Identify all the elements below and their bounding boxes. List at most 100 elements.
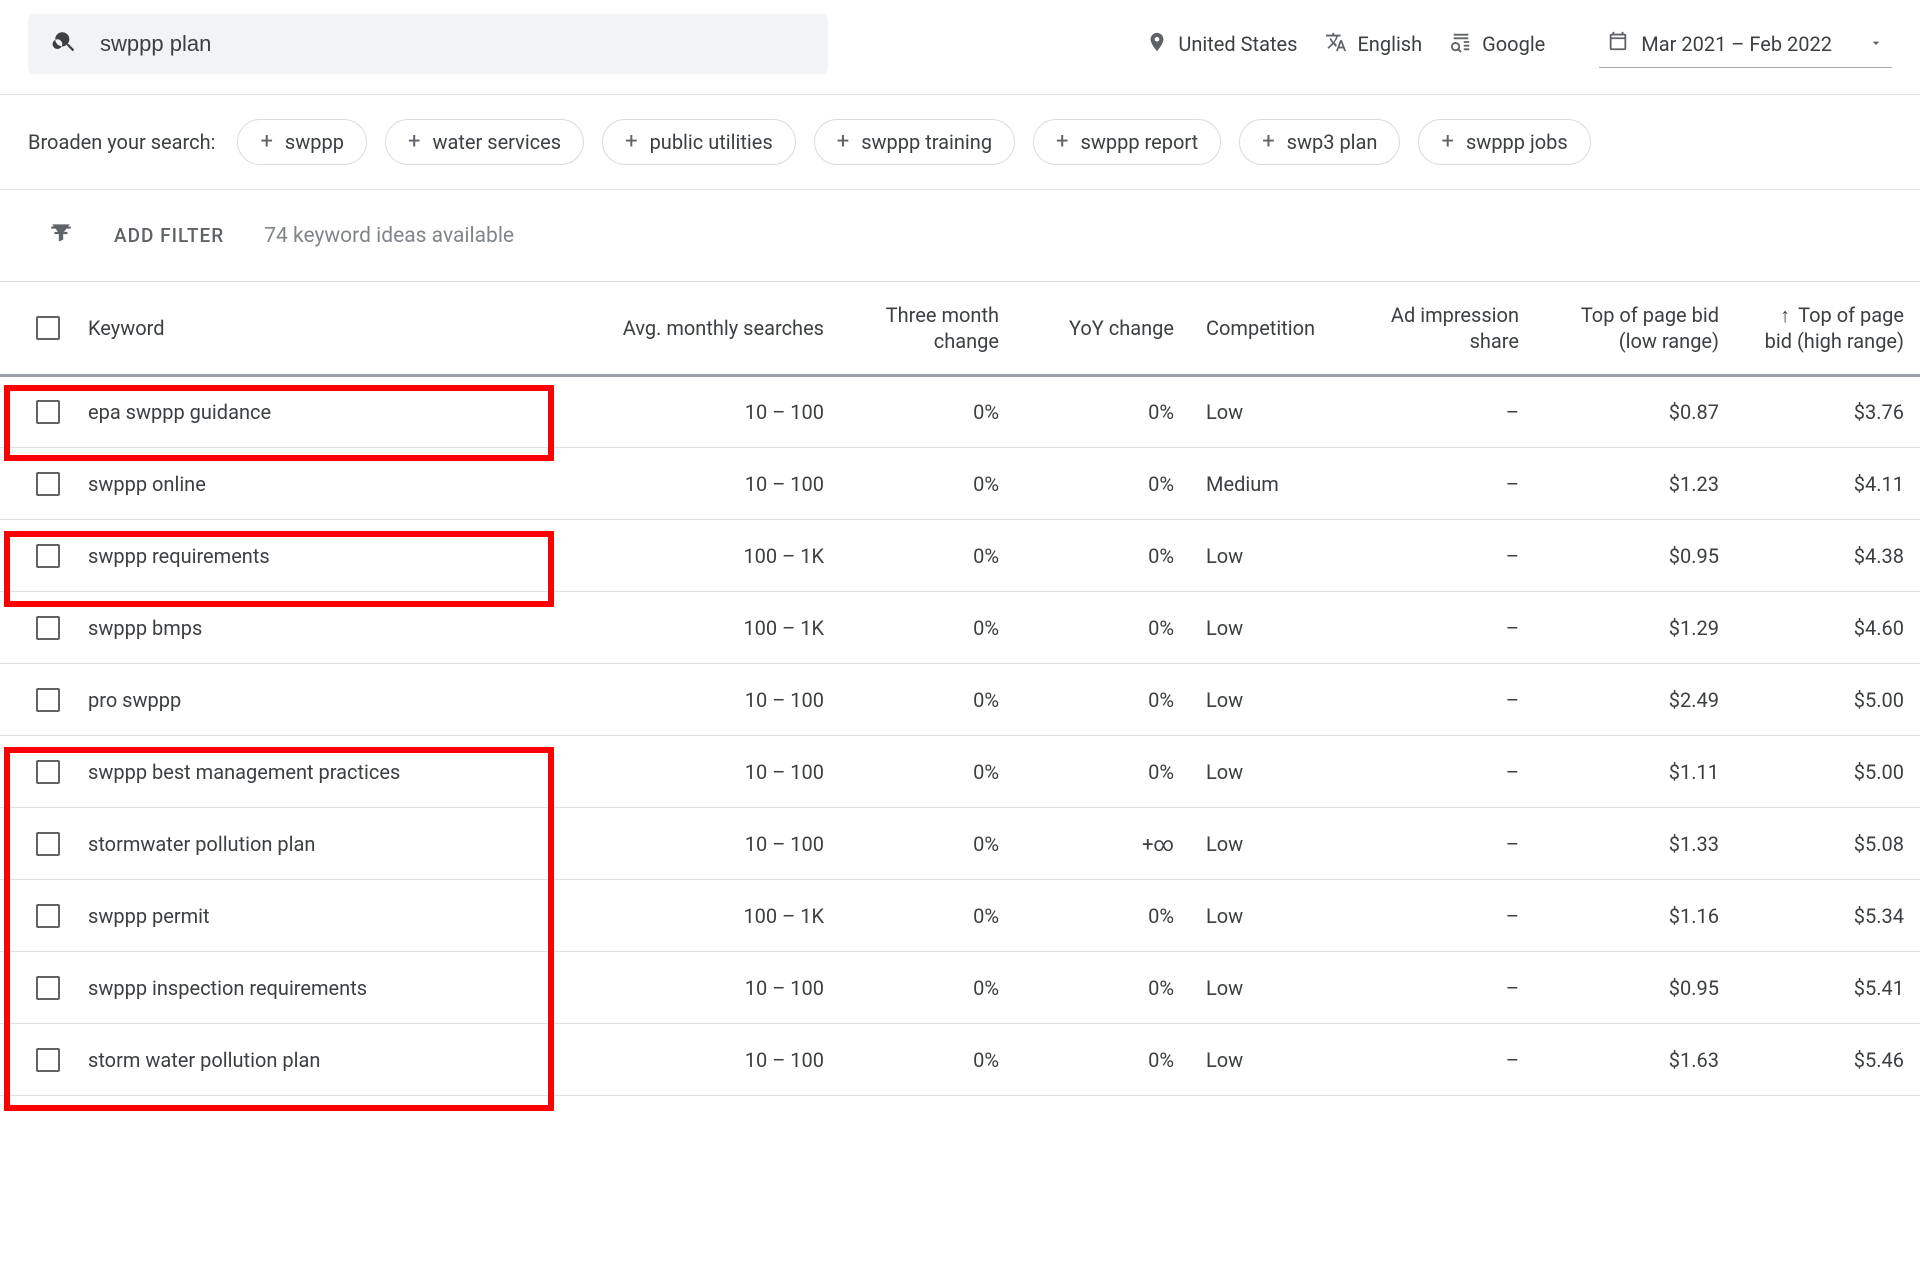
cell-competition: Low (1190, 736, 1360, 808)
table-row: swppp permit100 – 1K0%0%Low–$1.16$5.34 (0, 880, 1920, 952)
row-checkbox[interactable] (36, 904, 60, 928)
cell-yoy: 0% (1015, 1024, 1190, 1096)
row-checkbox[interactable] (36, 1048, 60, 1072)
cell-yoy: 0% (1015, 880, 1190, 952)
cell-impression: – (1360, 952, 1535, 1024)
search-icon (52, 29, 78, 60)
cell-avg: 10 – 100 (560, 736, 840, 808)
cell-bid-high: $4.11 (1735, 448, 1920, 520)
cell-bid-high: $5.34 (1735, 880, 1920, 952)
broaden-chip[interactable]: +public utilities (602, 119, 796, 165)
filter-icon[interactable] (48, 220, 74, 251)
broaden-chip[interactable]: +swppp (237, 119, 367, 165)
col-competition[interactable]: Competition (1190, 282, 1360, 376)
cell-avg: 10 – 100 (560, 952, 840, 1024)
broaden-chip[interactable]: +swppp jobs (1418, 119, 1590, 165)
keyword-text: epa swppp guidance (88, 400, 271, 424)
broaden-chip[interactable]: +swppp training (814, 119, 1015, 165)
cell-competition: Medium (1190, 448, 1360, 520)
language-value: English (1357, 32, 1422, 56)
broaden-chip[interactable]: +swp3 plan (1239, 119, 1400, 165)
ideas-count: 74 keyword ideas available (264, 224, 514, 248)
row-checkbox[interactable] (36, 616, 60, 640)
cell-bid-low: $1.33 (1535, 808, 1735, 880)
table-row: swppp online10 – 1000%0%Medium–$1.23$4.1… (0, 448, 1920, 520)
chevron-down-icon (1868, 32, 1884, 56)
search-input[interactable] (98, 30, 804, 58)
row-checkbox[interactable] (36, 544, 60, 568)
col-impression-share[interactable]: Ad impression share (1360, 282, 1535, 376)
keyword-text: swppp best management practices (88, 760, 400, 784)
location-selector[interactable]: United States (1146, 31, 1297, 58)
plus-icon: + (260, 131, 272, 153)
cell-competition: Low (1190, 808, 1360, 880)
broaden-chip[interactable]: +swppp report (1033, 119, 1221, 165)
cell-yoy: 0% (1015, 448, 1190, 520)
cell-yoy: 0% (1015, 592, 1190, 664)
keyword-text: storm water pollution plan (88, 1048, 320, 1072)
plus-icon: + (1441, 131, 1453, 153)
cell-keyword: swppp inspection requirements (0, 952, 560, 1024)
cell-bid-high: $3.76 (1735, 376, 1920, 448)
cell-bid-high: $5.08 (1735, 808, 1920, 880)
row-checkbox[interactable] (36, 472, 60, 496)
top-config-bar: United States English Google Mar 2021 – … (0, 0, 1920, 95)
cell-keyword: swppp bmps (0, 592, 560, 664)
row-checkbox[interactable] (36, 832, 60, 856)
select-all-checkbox[interactable] (36, 316, 60, 340)
col-keyword[interactable]: Keyword (0, 282, 560, 376)
cell-bid-low: $1.23 (1535, 448, 1735, 520)
cell-bid-high: $4.60 (1735, 592, 1920, 664)
add-filter-button[interactable]: ADD FILTER (114, 224, 224, 247)
cell-yoy: +∞ (1015, 808, 1190, 880)
cell-bid-low: $1.63 (1535, 1024, 1735, 1096)
cell-impression: – (1360, 808, 1535, 880)
cell-three-month: 0% (840, 592, 1015, 664)
cell-three-month: 0% (840, 736, 1015, 808)
row-checkbox[interactable] (36, 760, 60, 784)
cell-bid-high: $4.38 (1735, 520, 1920, 592)
cell-competition: Low (1190, 664, 1360, 736)
cell-bid-low: $0.95 (1535, 520, 1735, 592)
plus-icon: + (408, 131, 420, 153)
col-bid-low[interactable]: Top of page bid (low range) (1535, 282, 1735, 376)
network-selector[interactable]: Google (1450, 31, 1545, 58)
row-checkbox[interactable] (36, 400, 60, 424)
network-value: Google (1482, 32, 1545, 56)
cell-bid-low: $0.95 (1535, 952, 1735, 1024)
row-checkbox[interactable] (36, 976, 60, 1000)
cell-three-month: 0% (840, 880, 1015, 952)
keyword-text: swppp requirements (88, 544, 270, 568)
network-icon (1450, 31, 1472, 58)
cell-keyword: storm water pollution plan (0, 1024, 560, 1096)
cell-impression: – (1360, 448, 1535, 520)
date-range-value: Mar 2021 – Feb 2022 (1641, 32, 1832, 56)
plus-icon: + (1056, 131, 1068, 153)
cell-yoy: 0% (1015, 736, 1190, 808)
date-range-selector[interactable]: Mar 2021 – Feb 2022 (1599, 20, 1892, 68)
table-row: swppp bmps100 – 1K0%0%Low–$1.29$4.60 (0, 592, 1920, 664)
cell-impression: – (1360, 880, 1535, 952)
cell-yoy: 0% (1015, 376, 1190, 448)
cell-competition: Low (1190, 1024, 1360, 1096)
cell-three-month: 0% (840, 952, 1015, 1024)
keyword-text: stormwater pollution plan (88, 832, 315, 856)
cell-avg: 100 – 1K (560, 592, 840, 664)
cell-bid-low: $2.49 (1535, 664, 1735, 736)
col-bid-high[interactable]: ↑Top of page bid (high range) (1735, 282, 1920, 376)
col-avg-searches[interactable]: Avg. monthly searches (560, 282, 840, 376)
cell-three-month: 0% (840, 808, 1015, 880)
cell-keyword: swppp best management practices (0, 736, 560, 808)
cell-competition: Low (1190, 520, 1360, 592)
cell-bid-low: $0.87 (1535, 376, 1735, 448)
cell-impression: – (1360, 1024, 1535, 1096)
row-checkbox[interactable] (36, 688, 60, 712)
plus-icon: + (837, 131, 849, 153)
table-row: pro swppp10 – 1000%0%Low–$2.49$5.00 (0, 664, 1920, 736)
language-selector[interactable]: English (1325, 31, 1422, 58)
cell-yoy: 0% (1015, 664, 1190, 736)
col-three-month[interactable]: Three month change (840, 282, 1015, 376)
broaden-chip[interactable]: +water services (385, 119, 584, 165)
search-box[interactable] (28, 14, 828, 74)
col-yoy[interactable]: YoY change (1015, 282, 1190, 376)
